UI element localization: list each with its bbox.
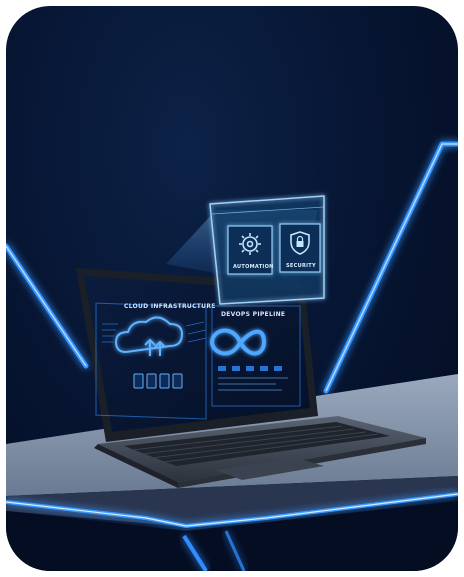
- left-panel-title: CLOUD INFRASTRUCTURE: [124, 303, 216, 310]
- right-panel-title: DEVOPS PIPELINE: [221, 311, 285, 318]
- scene: CLOUD INFRASTRUCTURE DEVOPS PIPELINE AUT…: [6, 141, 458, 571]
- automation-label: AUTOMATION: [233, 264, 274, 270]
- security-tile: SECURITY: [279, 223, 321, 273]
- photo-frame: CLOUD INFRASTRUCTURE DEVOPS PIPELINE AUT…: [6, 6, 458, 571]
- hologram-panel: AUTOMATION SECURITY: [209, 195, 325, 305]
- automation-tile: AUTOMATION: [227, 225, 274, 275]
- security-label: SECURITY: [286, 263, 316, 269]
